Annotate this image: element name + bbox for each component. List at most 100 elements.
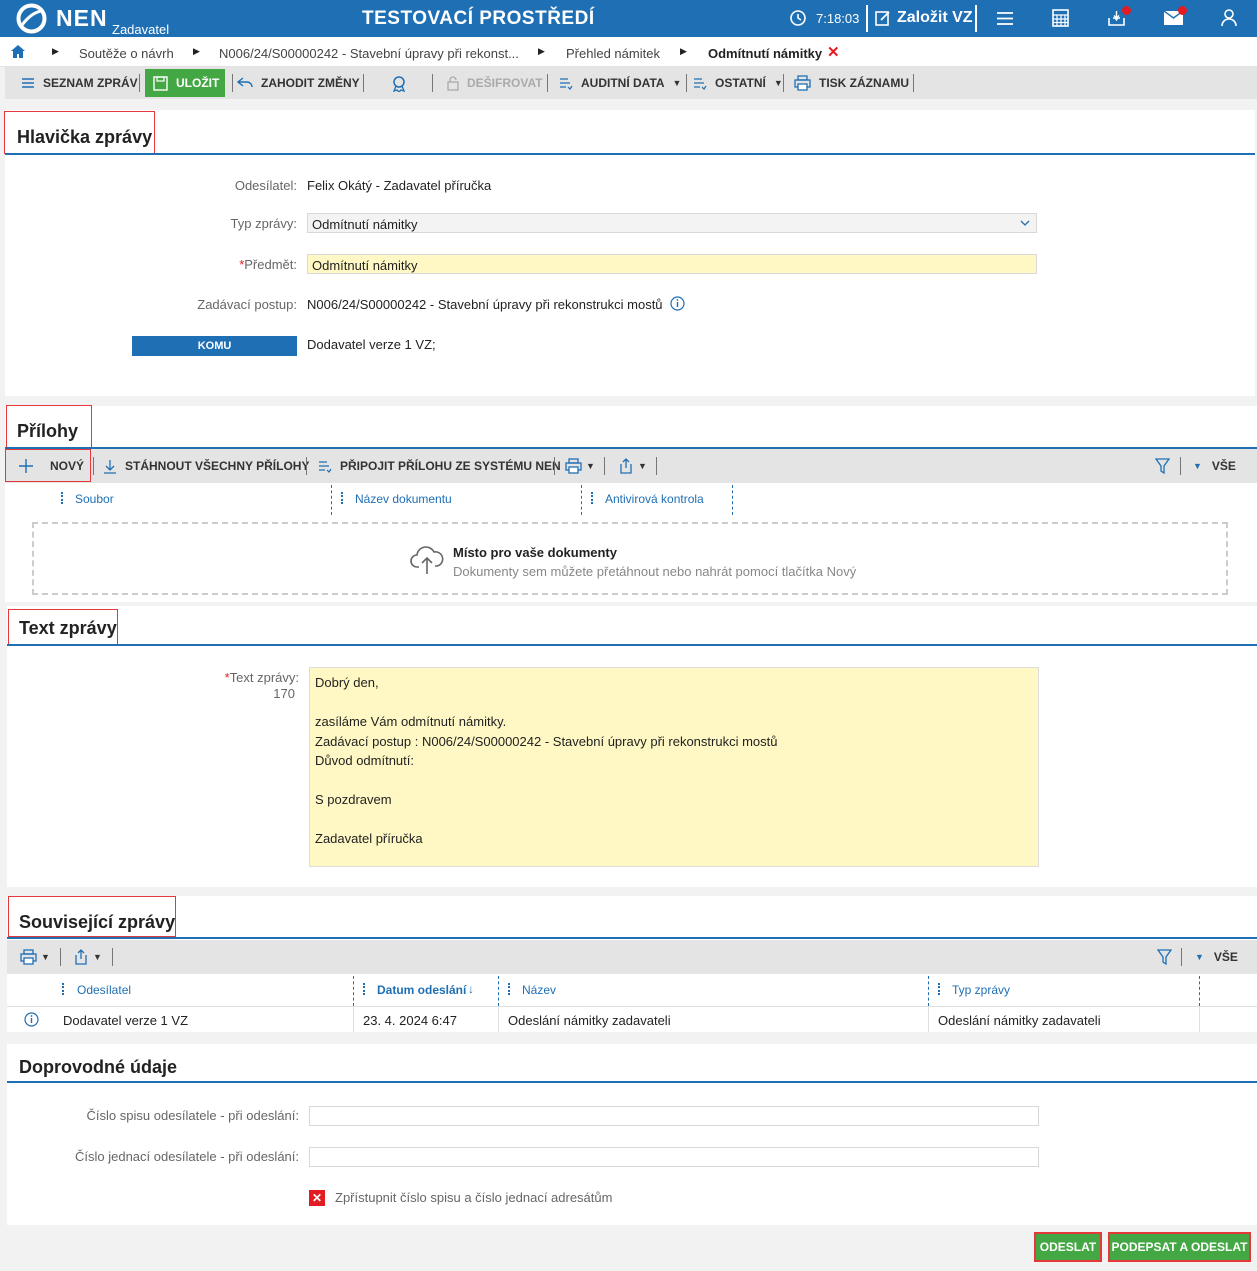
breadcrumb-item[interactable]: Soutěže o návrh (79, 46, 174, 61)
column-divider (1199, 976, 1200, 1006)
divider (656, 457, 657, 475)
subject-value: Odmítnutí námitky (312, 258, 418, 273)
download-all-label: STÁHNOUT VŠECHNY PŘÍLOHY (125, 459, 310, 473)
chevron-right-icon: ▶ (680, 46, 687, 56)
divider (432, 74, 433, 92)
filter-icon[interactable] (1155, 458, 1170, 474)
print-dropdown[interactable]: ▼ (20, 941, 50, 973)
column-header-doc-name[interactable]: Název dokumentu (355, 492, 452, 506)
file-number-input[interactable] (309, 1106, 1039, 1126)
column-menu-icon[interactable] (938, 983, 940, 995)
caret-down-icon: ▼ (773, 78, 783, 88)
filter-icon[interactable] (1157, 949, 1172, 965)
decrypt-button[interactable]: DEŠIFROVAT (447, 67, 543, 99)
message-type-select[interactable]: Odmítnutí námitky (307, 213, 1037, 233)
certificate-button[interactable] (391, 67, 407, 99)
export-dropdown[interactable]: ▼ (73, 941, 102, 973)
message-type-value: Odmítnutí námitky (312, 217, 418, 232)
discard-changes-label: ZAHODIT ZMĚNY (261, 76, 360, 90)
share-checkbox[interactable]: ✕ (309, 1190, 325, 1206)
chevron-right-icon: ▶ (193, 46, 200, 56)
column-menu-icon[interactable] (508, 983, 510, 995)
caret-down-icon: ▼ (638, 461, 647, 471)
close-icon[interactable]: ✕ (827, 43, 840, 61)
discard-changes-button[interactable]: ZAHODIT ZMĚNY (237, 67, 360, 99)
sort-arrow-down-icon[interactable]: ↓ (468, 982, 474, 996)
column-header-name[interactable]: Název (522, 983, 556, 997)
column-header-date[interactable]: Datum odeslání (377, 983, 466, 997)
menu-icon[interactable] (996, 11, 1014, 26)
column-menu-icon[interactable] (363, 983, 365, 995)
column-menu-icon[interactable] (591, 492, 593, 504)
column-menu-icon[interactable] (61, 492, 63, 504)
message-type-label: Typ zprávy: (230, 216, 297, 231)
highlight-frame (8, 896, 176, 937)
section-underline (7, 644, 1257, 646)
divider (604, 457, 605, 475)
highlight-frame (4, 111, 155, 154)
decrypt-label: DEŠIFROVAT (467, 76, 543, 90)
column-header-sender[interactable]: Odesílatel (77, 983, 131, 997)
attach-from-nen-button[interactable]: PŘIPOJIT PŘÍLOHU ZE SYSTÉMU NEN (318, 450, 561, 482)
breadcrumb-item[interactable]: Přehled námitek (566, 46, 660, 61)
column-header-type[interactable]: Typ zprávy (952, 983, 1010, 997)
column-header-antivirus[interactable]: Antivirová kontrola (605, 492, 704, 506)
nen-logo-icon[interactable] (16, 3, 47, 34)
send-button[interactable]: ODESLAT (1034, 1232, 1102, 1262)
message-list-label: SEZNAM ZPRÁV (43, 76, 138, 90)
caret-down-icon: ▼ (672, 78, 682, 88)
download-icon (104, 459, 116, 474)
create-tender-button[interactable]: Založit VZ (897, 9, 973, 27)
reference-number-input[interactable] (309, 1147, 1039, 1167)
column-menu-icon[interactable] (341, 492, 343, 504)
breadcrumb-item[interactable]: N006/24/S00000242 - Stavební úpravy při … (219, 46, 519, 61)
cell-divider (498, 1007, 499, 1032)
notification-dot (1122, 6, 1131, 15)
file-drop-zone[interactable] (32, 522, 1228, 595)
message-text-area[interactable]: Dobrý den, zasíláme Vám odmítnutí námitk… (309, 667, 1039, 867)
procedure-value: N006/24/S00000242 - Stavební úpravy při … (307, 297, 663, 312)
floppy-icon (153, 75, 168, 91)
home-icon[interactable] (11, 45, 25, 58)
view-all-dropdown[interactable]: ▼ VŠE (1195, 941, 1238, 973)
other-dropdown[interactable]: OSTATNÍ ▼ (693, 67, 783, 99)
calculator-icon[interactable] (1052, 9, 1069, 27)
edit-icon[interactable] (874, 9, 892, 27)
cloud-upload-icon (410, 546, 444, 574)
chevron-right-icon: ▶ (52, 46, 59, 56)
related-toolbar (7, 940, 1257, 974)
divider (1181, 948, 1182, 966)
print-dropdown[interactable]: ▼ (565, 450, 595, 482)
message-list-button[interactable]: SEZNAM ZPRÁV (21, 67, 138, 99)
logo-text[interactable]: NEN (56, 5, 108, 32)
chevron-down-icon (1020, 220, 1030, 226)
audit-data-dropdown[interactable]: AUDITNÍ DATA ▼ (559, 67, 681, 99)
recipients-button[interactable]: KOMU (132, 336, 297, 356)
info-icon[interactable] (24, 1012, 39, 1027)
column-divider (581, 485, 582, 515)
column-menu-icon[interactable] (62, 983, 64, 995)
info-icon[interactable] (670, 296, 685, 311)
divider (913, 74, 914, 92)
save-button[interactable]: ULOŽIT (145, 69, 225, 97)
export-icon (620, 458, 632, 474)
download-all-button[interactable]: STÁHNOUT VŠECHNY PŘÍLOHY (103, 450, 309, 482)
drop-zone-title: Místo pro vaše dokumenty (453, 545, 617, 560)
column-header-file[interactable]: Soubor (75, 492, 114, 506)
export-dropdown[interactable]: ▼ (618, 450, 647, 482)
user-icon[interactable] (1221, 9, 1237, 27)
lock-icon (447, 75, 459, 91)
highlight-frame (8, 609, 118, 646)
subject-input[interactable]: Odmítnutí námitky (307, 254, 1037, 274)
subject-label-text: Předmět: (244, 257, 297, 272)
attach-icon (319, 461, 332, 473)
environment-title: TESTOVACÍ PROSTŘEDÍ (362, 8, 595, 29)
cell-date: 23. 4. 2024 6:47 (363, 1013, 457, 1028)
cell-sender: Dodavatel verze 1 VZ (63, 1013, 189, 1028)
view-all-dropdown[interactable]: ▼ VŠE (1193, 450, 1236, 482)
table-row[interactable]: Dodavatel verze 1 VZ 23. 4. 2024 6:47 Od… (7, 1007, 1257, 1032)
session-time: 7:18:03 (816, 11, 860, 26)
print-record-button[interactable]: TISK ZÁZNAMU (794, 67, 909, 99)
sign-and-send-button[interactable]: PODEPSAT A ODESLAT (1108, 1232, 1251, 1262)
clock-icon (790, 10, 806, 26)
